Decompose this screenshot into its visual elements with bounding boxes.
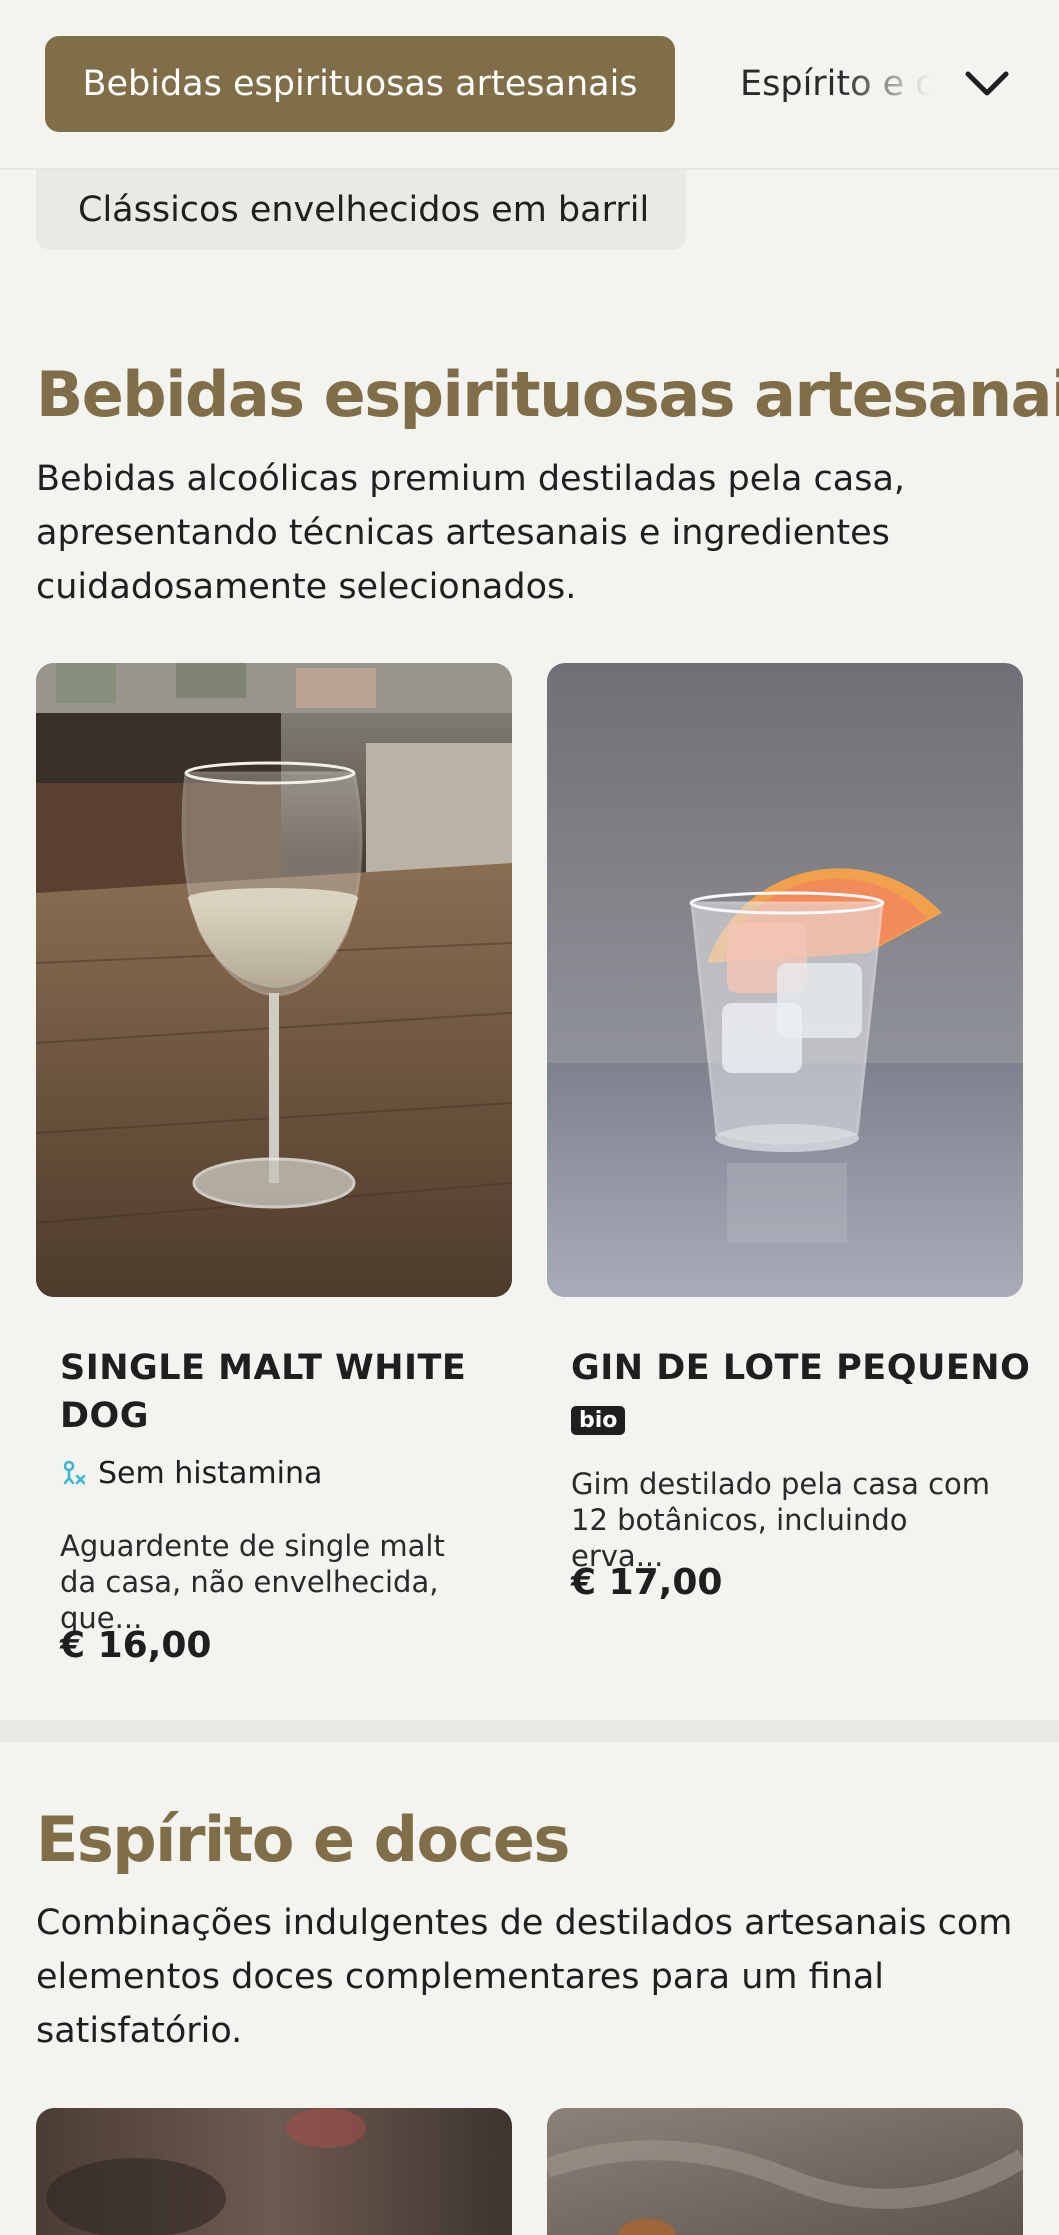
product-description: Aguardente de single malt da casa, não e… (60, 1529, 445, 1635)
section-description: Combinações indulgentes de destilados ar… (36, 1903, 1013, 2051)
section-title: Espírito e doces (36, 1803, 570, 1876)
gin-glass-photo (547, 663, 1023, 1297)
subcategory-barrel-aged[interactable]: Clássicos envelhecidos em barril (36, 170, 686, 250)
product-image-single-malt[interactable] (36, 663, 512, 1297)
product-photo (547, 2108, 1023, 2235)
chevron-down-icon[interactable] (960, 60, 1014, 106)
category-tab-craft-spirits[interactable]: Bebidas espirituosas artesanais (45, 36, 675, 132)
histamine-free-icon (63, 1460, 86, 1484)
wine-glass-photo (36, 663, 512, 1297)
product-name-line: DOG (60, 1396, 150, 1436)
dietary-tag: Sem histamina (60, 1456, 322, 1491)
section-description: Bebidas alcoólicas premium destiladas pe… (36, 459, 906, 607)
dietary-tag-label: Sem histamina (98, 1456, 323, 1491)
category-bar: Bebidas espirituosas artesanais Espírito… (0, 0, 1059, 170)
product-description: Gim destilado pela casa com 12 botânicos… (571, 1467, 991, 1573)
product-name-line: SINGLE MALT WHITE (60, 1348, 467, 1388)
section-divider (0, 1720, 1059, 1742)
product-photo (36, 2108, 512, 2235)
product-image[interactable] (547, 2108, 1023, 2235)
product-name[interactable]: SINGLE MALT WHITE DOG (60, 1344, 466, 1440)
fade-overlay (840, 36, 940, 132)
section-title: Bebidas espirituosas artesanais (36, 358, 1059, 431)
product-image-small-batch-gin[interactable] (547, 663, 1023, 1297)
product-name[interactable]: GIN DE LOTE PEQUENO (571, 1344, 1030, 1392)
product-price: € 16,00 (60, 1625, 212, 1666)
bio-badge: bio (571, 1406, 626, 1435)
product-price: € 17,00 (571, 1562, 723, 1603)
category-tab-spirit-and-sweets[interactable]: Espírito e doces (740, 36, 940, 132)
product-image[interactable] (36, 2108, 512, 2235)
